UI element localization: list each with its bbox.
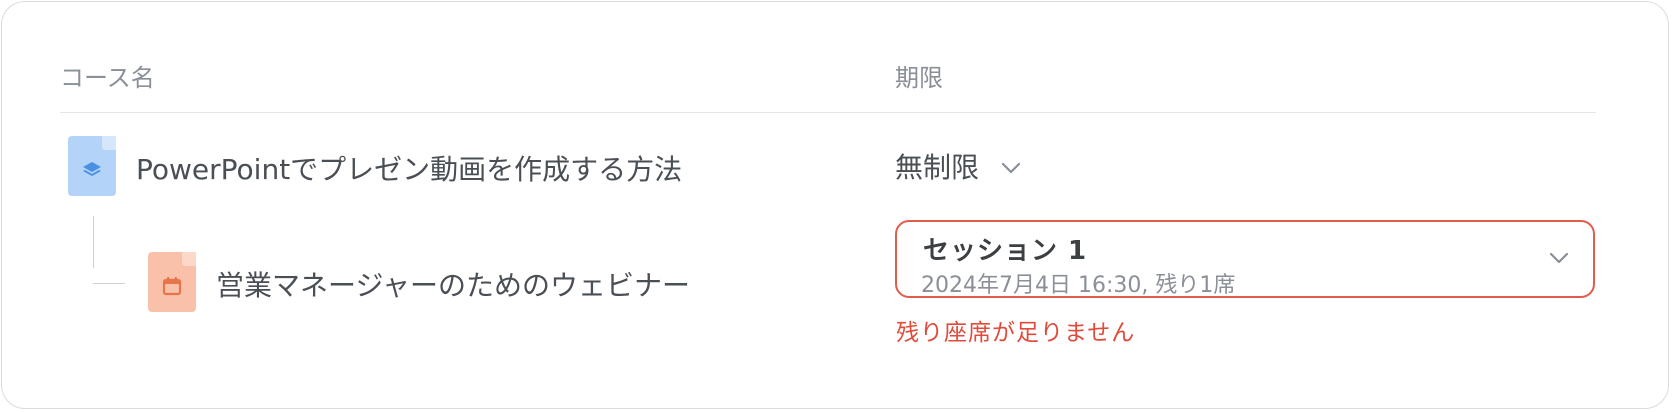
header-divider: [60, 112, 1596, 113]
seat-error-message: 残り座席が足りません: [896, 320, 1136, 346]
tree-connector-vertical: [93, 216, 94, 268]
session-detail: 2024年7月4日 16:30, 残り1席: [921, 273, 1236, 298]
enrollment-card: コース名 期限 PowerPointでプレゼン動画を作成する方法 無制限 営業マ…: [1, 1, 1669, 409]
webinar-title: 営業マネージャーのためのウェビナー: [216, 269, 691, 302]
calendar-icon: [148, 252, 196, 312]
deadline-dropdown[interactable]: 無制限: [895, 146, 1021, 186]
session-name: セッション 1: [923, 236, 1088, 266]
chevron-down-icon: [1549, 249, 1569, 268]
course-stack-icon: [68, 136, 116, 196]
session-select[interactable]: セッション 1 2024年7月4日 16:30, 残り1席: [895, 220, 1595, 298]
chevron-down-icon: [1001, 159, 1021, 178]
deadline-value: 無制限: [895, 151, 980, 184]
course-title: PowerPointでプレゼン動画を作成する方法: [136, 153, 683, 186]
column-header-deadline: 期限: [895, 64, 943, 92]
tree-connector-horizontal: [93, 283, 125, 284]
column-header-course-name: コース名: [60, 64, 155, 92]
